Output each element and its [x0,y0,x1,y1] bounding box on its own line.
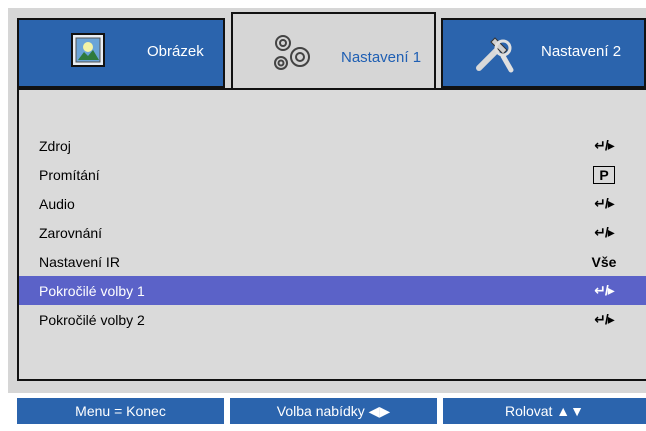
tools-icon [473,34,515,79]
tab-nastaveni-1[interactable]: Nastavení 1 [231,12,436,90]
menu-panel: Zdroj ↵/▸ Promítání P Audio ↵/▸ Zarovnán… [17,88,646,381]
footer-menu-exit[interactable]: Menu = Konec [17,398,224,424]
projection-value: P [593,165,615,184]
menu-item-pokrocile-volby-2[interactable]: Pokročilé volby 2 ↵/▸ [19,305,646,334]
menu-item-zdroj[interactable]: Zdroj ↵/▸ [19,131,646,160]
enter-arrow-icon: ↵/▸ [594,224,615,240]
enter-arrow-icon: ↵/▸ [594,195,615,211]
menu-item-label: Zdroj [39,137,71,154]
enter-arrow-icon: ↵/▸ [594,311,615,327]
ir-value: Vše [591,253,617,270]
footer-menu-select[interactable]: Volba nabídky ◀▶ [230,398,437,424]
enter-arrow-icon: ↵/▸ [594,282,615,298]
menu-item-pokrocile-volby-1[interactable]: Pokročilé volby 1 ↵/▸ [19,276,646,305]
footer-scroll[interactable]: Rolovat ▲▼ [443,398,646,424]
menu-item-label: Promítání [39,166,100,183]
tab-nastaveni-2[interactable]: Nastavení 2 [441,18,646,88]
menu-item-audio[interactable]: Audio ↵/▸ [19,189,646,218]
enter-arrow-icon: ↵/▸ [594,137,615,153]
tab-nastaveni-1-label: Nastavení 1 [341,49,422,66]
tab-obrazek[interactable]: Obrázek [17,18,225,88]
menu-item-label: Nastavení IR [39,253,120,270]
menu-item-promitani[interactable]: Promítání P [19,160,646,189]
tab-obrazek-label: Obrázek [147,43,204,60]
picture-icon [71,33,105,72]
footer-bar: Menu = Konec Volba nabídky ◀▶ Rolovat ▲▼ [17,398,646,424]
menu-item-label: Audio [39,195,75,212]
menu-item-label: Pokročilé volby 1 [39,282,145,299]
tab-nastaveni-2-label: Nastavení 2 [541,43,622,60]
menu-item-zarovnani[interactable]: Zarovnání ↵/▸ [19,218,646,247]
menu-item-label: Zarovnání [39,224,103,241]
menu-item-label: Pokročilé volby 2 [39,311,145,328]
menu-item-nastaveni-ir[interactable]: Nastavení IR Vše [19,247,646,276]
gears-icon [269,30,313,79]
